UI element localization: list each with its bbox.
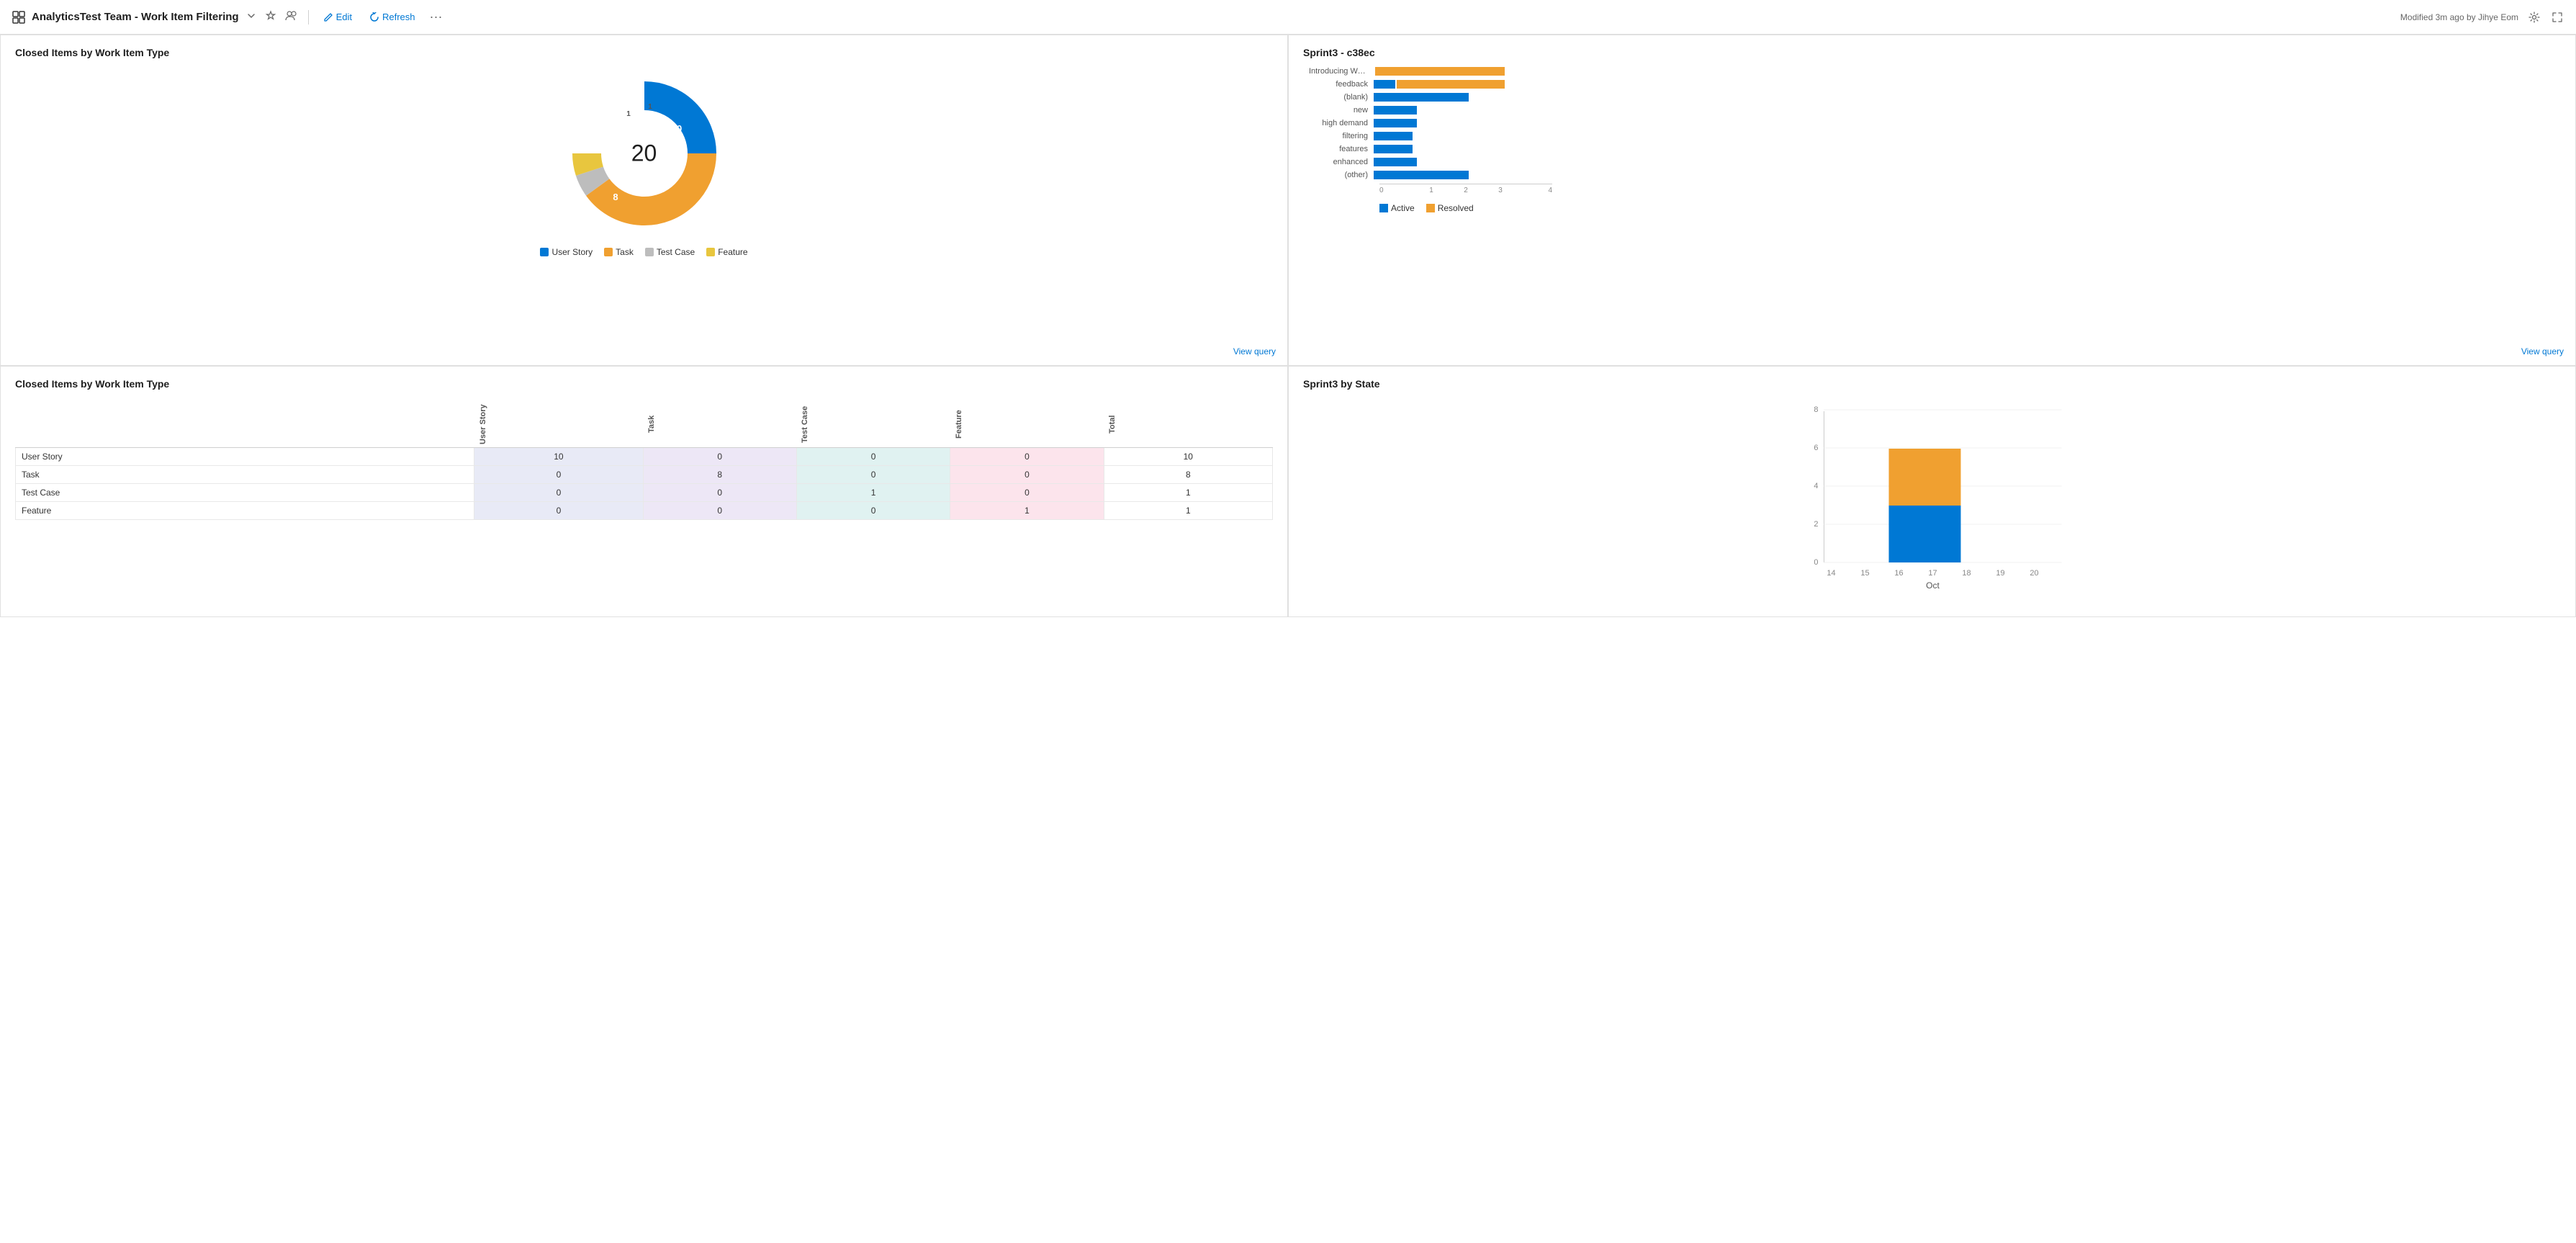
th-total: Total [1104, 398, 1272, 448]
th-feature: Feature [950, 398, 1104, 448]
table-row: Feature 0 0 0 1 1 [16, 502, 1273, 520]
table-row: Task 0 8 0 0 8 [16, 466, 1273, 484]
svg-text:8: 8 [1814, 405, 1818, 414]
state-chart-container: 0 2 4 6 8 14 15 16 17 [1303, 398, 2561, 608]
table-row: Test Case 0 0 1 0 1 [16, 484, 1273, 502]
star-icon[interactable] [264, 10, 278, 24]
bar-resolved [1889, 449, 1961, 506]
widget-sprint3-bar: Sprint3 - c38ec Introducing Wor... feedb… [1288, 35, 2576, 366]
svg-text:20: 20 [2030, 569, 2038, 578]
header-separator [308, 10, 309, 24]
bar-row-5: filtering [1309, 132, 2555, 140]
bar-row-0: Introducing Wor... [1309, 67, 2555, 76]
svg-text:1: 1 [626, 110, 631, 118]
legend-task: Task [604, 247, 634, 257]
svg-text:6: 6 [1814, 444, 1818, 452]
people-icon[interactable] [284, 10, 300, 24]
sprint3-bar-title: Sprint3 - c38ec [1303, 47, 2561, 58]
legend-test-case: Test Case [645, 247, 695, 257]
legend-dot-user-story [540, 248, 549, 256]
modified-text: Modified 3m ago by Jihye Eom [2400, 12, 2518, 22]
table-row: User Story 10 0 0 0 10 [16, 448, 1273, 466]
legend-dot-feature [706, 248, 715, 256]
widget-state-chart: Sprint3 by State 0 2 4 6 8 [1288, 366, 2576, 617]
expand-icon[interactable] [2550, 10, 2564, 24]
th-user-story: User Story [474, 398, 643, 448]
svg-text:18: 18 [1962, 569, 1971, 578]
state-chart-svg: 0 2 4 6 8 14 15 16 17 [1309, 404, 2555, 606]
settings-icon[interactable] [2527, 10, 2541, 24]
view-query-link-1[interactable]: View query [1233, 346, 1276, 356]
widget-donut-1: Closed Items by Work Item Type 10 8 [0, 35, 1288, 366]
svg-text:Oct: Oct [1926, 580, 1940, 591]
refresh-button[interactable]: Refresh [364, 9, 421, 25]
svg-text:10: 10 [671, 123, 681, 134]
page-title: AnalyticsTest Team - Work Item Filtering [32, 11, 239, 23]
bar-row-4: high demand [1309, 119, 2555, 127]
th-task: Task [643, 398, 796, 448]
x-axis: 0 1 2 3 4 [1379, 184, 1552, 194]
svg-text:19: 19 [1996, 569, 2004, 578]
bar-row-3: new [1309, 106, 2555, 115]
header-right: Modified 3m ago by Jihye Eom [2400, 10, 2564, 24]
svg-text:1: 1 [648, 103, 652, 111]
sprint3-bar-chart: Introducing Wor... feedback (blank) [1303, 67, 2561, 213]
svg-text:16: 16 [1894, 569, 1903, 578]
header: AnalyticsTest Team - Work Item Filtering… [0, 0, 2576, 35]
legend-dot-task [604, 248, 613, 256]
dashboard: Closed Items by Work Item Type 10 8 [0, 35, 2576, 617]
bar-row-7: enhanced [1309, 158, 2555, 166]
legend-feature: Feature [706, 247, 747, 257]
legend-user-story: User Story [540, 247, 593, 257]
bar-legend: Active Resolved [1379, 203, 2555, 213]
donut-svg: 10 8 1 1 20 [565, 74, 724, 233]
bar-active [1889, 506, 1961, 562]
chevron-down-icon[interactable] [245, 11, 258, 23]
bar-row-8: (other) [1309, 171, 2555, 179]
widget-table: Closed Items by Work Item Type User Stor… [0, 366, 1288, 617]
th-empty [16, 398, 474, 448]
svg-text:4: 4 [1814, 482, 1818, 490]
th-test-case: Test Case [796, 398, 950, 448]
data-table: User Story Task Test Case Feature Total … [15, 398, 1273, 520]
table-header-row: User Story Task Test Case Feature Total [16, 398, 1273, 448]
svg-text:14: 14 [1827, 569, 1835, 578]
widget-donut-1-title: Closed Items by Work Item Type [15, 47, 1273, 58]
svg-text:0: 0 [1814, 558, 1818, 567]
bar-row-6: features [1309, 145, 2555, 153]
grid-icon [12, 10, 26, 24]
bar-row-2: (blank) [1309, 93, 2555, 102]
donut-container: 10 8 1 1 20 User Story Task Tes [15, 67, 1273, 257]
legend-dot-test-case [645, 248, 654, 256]
header-left: AnalyticsTest Team - Work Item Filtering… [12, 9, 2400, 25]
edit-button[interactable]: Edit [318, 9, 358, 25]
svg-text:8: 8 [613, 192, 618, 202]
bar-row-1: feedback [1309, 80, 2555, 89]
svg-text:2: 2 [1814, 520, 1818, 529]
svg-text:17: 17 [1928, 569, 1937, 578]
more-button[interactable]: ··· [427, 9, 446, 24]
view-query-link-2[interactable]: View query [2521, 346, 2564, 356]
state-chart-title: Sprint3 by State [1303, 378, 2561, 390]
svg-text:15: 15 [1860, 569, 1869, 578]
donut-center-value: 20 [631, 140, 657, 167]
widget-table-title: Closed Items by Work Item Type [15, 378, 1273, 390]
donut-legend: User Story Task Test Case Feature [540, 247, 747, 257]
